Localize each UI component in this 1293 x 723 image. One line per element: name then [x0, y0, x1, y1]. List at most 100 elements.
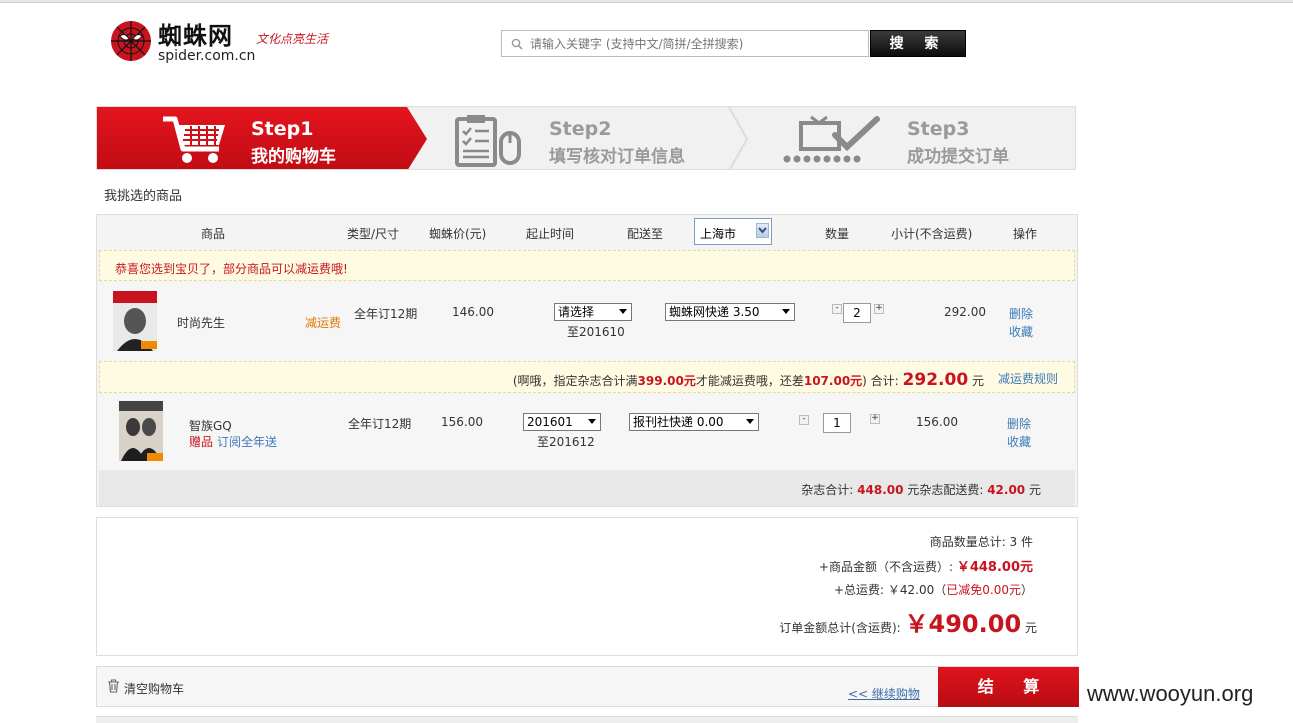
shipping-method-select[interactable]: 报刊社快递 0.00: [629, 413, 759, 431]
magazine-cover-gq[interactable]: [119, 401, 163, 461]
start-date-select[interactable]: 201601: [523, 413, 601, 431]
start-date-select[interactable]: 请选择: [554, 303, 632, 321]
magazine-total-value: 448.00: [857, 483, 904, 497]
section-title: 我挑选的商品: [104, 189, 183, 204]
logo-slogan: 文化点亮生活: [256, 32, 329, 46]
shipping-method-value: 蜘蛛网快递 3.50: [669, 305, 760, 319]
table-row: 时尚先生 减运费 全年订12期 146.00 请选择 至201610 蜘蛛网快递…: [99, 283, 1075, 361]
favorite-link[interactable]: 收藏: [1009, 323, 1033, 340]
quantity-input[interactable]: 1: [823, 413, 851, 433]
grand-total-unit: 元: [1024, 621, 1037, 635]
dropdown-arrow-icon: [782, 309, 790, 314]
shipping-total: +总运费: ￥42.00（已减免0.00元）: [834, 581, 1033, 598]
chevron-down-icon[interactable]: [756, 223, 769, 238]
quantity-increase-button[interactable]: +: [870, 414, 880, 424]
shipping-close: ）: [1020, 583, 1033, 597]
shipping-saved: 已减免0.00元: [946, 583, 1021, 597]
continue-shopping-link[interactable]: << 继续购物: [848, 685, 920, 702]
table-row: 智族GQ 赠品 订阅全年送 全年订12期 156.00 201601 至2016…: [99, 395, 1075, 470]
product-name[interactable]: 智族GQ: [189, 417, 232, 434]
step2-subtitle: 填写核对订单信息: [549, 147, 685, 167]
promo-middle: 才能减运费哦，还差: [695, 374, 804, 388]
goods-amount-label: +商品金额（不含运费）:: [818, 560, 953, 574]
item-subtotal: 292.00: [944, 305, 986, 319]
notice-text: 恭喜您选到宝贝了，部分商品可以减运费哦!: [115, 262, 348, 276]
order-form-icon: [455, 115, 521, 167]
reduced-shipping-tag: 减运费: [305, 316, 342, 330]
magazine-totals-text: 杂志合计: 448.00 元杂志配送费: 42.00 元: [801, 481, 1041, 498]
search-button[interactable]: 搜 索: [870, 30, 966, 57]
notice-banner: 恭喜您选到宝贝了，部分商品可以减运费哦!: [99, 250, 1075, 281]
promo-unit: 元: [971, 374, 984, 388]
step3-title: Step3: [907, 118, 970, 140]
grand-total-value: ￥490.00: [904, 610, 1022, 638]
quantity-decrease-button[interactable]: -: [799, 415, 809, 425]
shipping-fee-label: 杂志配送费:: [919, 483, 984, 497]
header-quantity: 数量: [825, 227, 850, 241]
site-logo[interactable]: 蜘蛛网 文化点亮生活 spider.com.cn: [110, 14, 350, 70]
product-price: 146.00: [452, 305, 494, 319]
header-ship-to: 配送至: [627, 227, 664, 241]
quantity-decrease-button[interactable]: -: [832, 304, 842, 314]
search-icon: [511, 38, 523, 50]
step3-subtitle: 成功提交订单: [907, 147, 1009, 167]
shipping-method-select[interactable]: 蜘蛛网快递 3.50: [665, 303, 795, 321]
header-price: 蜘蛛价(元): [429, 227, 487, 241]
item-subtotal: 156.00: [916, 415, 958, 429]
step1-title: Step1: [251, 118, 314, 140]
order-summary: 商品数量总计: 3 件 +商品金额（不含运费）: ￥448.00元 +总运费: …: [96, 517, 1078, 656]
shopping-cart-icon: [163, 116, 225, 163]
product-name[interactable]: 时尚先生: [177, 314, 225, 331]
magazine-cover-esquire[interactable]: [113, 291, 157, 351]
end-date: 至201612: [537, 435, 595, 449]
order-submitted-icon: [783, 115, 880, 163]
search-input[interactable]: [530, 34, 860, 54]
search-box: [501, 30, 869, 57]
watermark: www.wooyun.org: [1087, 681, 1254, 706]
shipping-rule-link[interactable]: 减运费规则: [998, 370, 1058, 387]
magazine-totals: 杂志合计: 448.00 元杂志配送费: 42.00 元: [99, 470, 1075, 506]
promo-text: (啊哦，指定杂志合计满399.00元才能减运费哦，还差107.00元) 合计: …: [513, 370, 984, 390]
header-action: 操作: [1013, 227, 1038, 241]
checkout-button[interactable]: 结 算: [938, 667, 1079, 707]
promo-prefix: (啊哦，指定杂志合计满: [512, 374, 638, 388]
product-type: 全年订12期: [354, 307, 418, 321]
footer-divider: [96, 716, 1078, 723]
step2-title: Step2: [549, 118, 612, 140]
cart-actions-bar: 清空购物车 << 继续购物 结 算: [96, 666, 1079, 707]
spider-logo-icon: [111, 21, 151, 61]
trash-icon[interactable]: [107, 679, 120, 693]
favorite-link[interactable]: 收藏: [1007, 433, 1031, 450]
promo-threshold: 399.00元: [637, 374, 696, 388]
start-date-value: 请选择: [558, 305, 595, 319]
goods-amount-value: ￥448.00元: [956, 560, 1033, 575]
header-subtotal: 小计(不含运费): [891, 227, 973, 241]
region-select[interactable]: 上海市: [694, 218, 772, 245]
delete-link[interactable]: 删除: [1009, 305, 1033, 322]
clear-cart-link[interactable]: 清空购物车: [124, 680, 184, 697]
quantity-increase-button[interactable]: +: [874, 304, 884, 314]
grand-total-label: 订单金额总计(含运费):: [779, 621, 901, 635]
product-type: 全年订12期: [348, 417, 412, 431]
delete-link[interactable]: 删除: [1007, 415, 1031, 432]
search-bar: 搜 索: [501, 30, 966, 58]
product-price: 156.00: [441, 415, 483, 429]
magazine-total-label: 杂志合计:: [801, 483, 854, 497]
top-border: [0, 0, 1293, 3]
quantity-input[interactable]: 2: [843, 303, 871, 323]
shipping-fee-unit: 元: [1028, 483, 1041, 497]
start-date-value: 201601: [527, 415, 573, 429]
step1-subtitle: 我的购物车: [251, 147, 336, 167]
goods-amount: +商品金额（不含运费）: ￥448.00元: [819, 556, 1033, 575]
header-product: 商品: [201, 227, 226, 241]
dropdown-arrow-icon: [746, 419, 754, 424]
dropdown-arrow-icon: [588, 419, 596, 424]
checkout-steps: Step1 我的购物车 Step2 填写核对订单信息 Step3 成功提交订单: [96, 106, 1076, 170]
promo-difference: 107.00元: [803, 374, 863, 388]
gift-link[interactable]: 订阅全年送: [217, 433, 277, 450]
logo-url: spider.com.cn: [158, 48, 256, 64]
grand-total: 订单金额总计(含运费): ￥490.00 元: [779, 604, 1037, 639]
cart-table: 商品 类型/尺寸 蜘蛛价(元) 起止时间 配送至 上海市 数量 小计(不含运费)…: [96, 214, 1078, 507]
promo-total: 292.00: [902, 370, 969, 390]
region-value: 上海市: [700, 227, 737, 241]
